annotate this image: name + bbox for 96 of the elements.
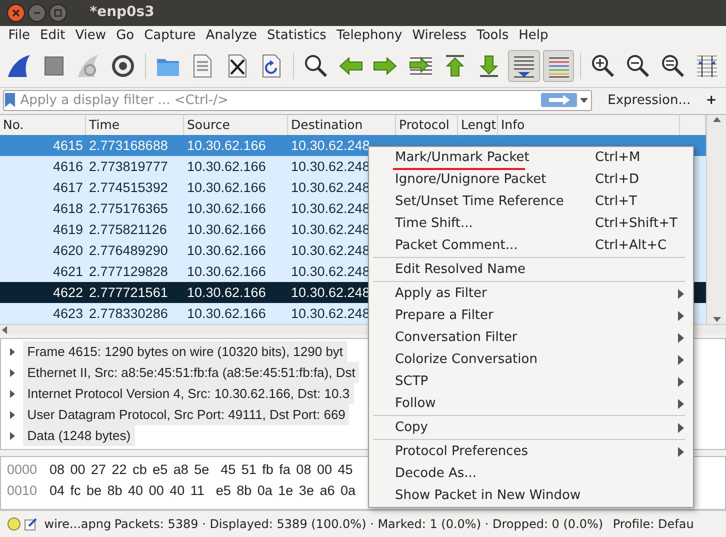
table-cell-text: 10.30.62.166: [186, 137, 267, 156]
table-cell-text: 4620: [52, 242, 84, 260]
table-cell-text: 10.30.62.248: [290, 158, 371, 176]
menu-item[interactable]: Go: [111, 26, 140, 46]
table-cell-text: 10.30.62.248: [290, 263, 371, 282]
add-filter-button[interactable]: +: [700, 90, 723, 110]
table-cell-text: 4622: [52, 284, 84, 302]
offset-text: 0000: [6, 460, 38, 479]
table-cell-text: 4623: [52, 305, 84, 324]
table-cell-text: 4617: [52, 179, 84, 198]
table-cell-text: 2.775821126: [88, 221, 168, 240]
table-cell-text: 10.30.62.166: [186, 284, 267, 302]
table-cell-text: 2.774515392: [88, 179, 169, 198]
offset-text: 0010: [6, 482, 38, 500]
table-cell-text: 10.30.62.248: [290, 179, 371, 198]
hex-bytes: 08 00 27 22 cb e5 a8 5e 45 51 fb fa 08 00 45: [50, 460, 353, 479]
table-cell-text: 10.30.62.248: [290, 305, 371, 324]
scroll-left-icon[interactable]: [0, 325, 8, 336]
table-cell-text: 10.30.62.248: [290, 137, 371, 156]
menu-item[interactable]: Edit Resolved Name: [369, 259, 693, 281]
menu-item[interactable]: Apply as Filter: [369, 283, 693, 305]
table-cell-text: 2.776489290: [88, 242, 169, 260]
menu-item[interactable]: Protocol Preferences: [369, 441, 693, 463]
tree-item[interactable]: Frame 4615: 1290 bytes on wire (10320 bits), 1290 byt: [23, 341, 348, 362]
status-indicator-icon[interactable]: [6, 517, 20, 532]
hex-bytes: 04 fc be 8b 40 00 40 11 e5 8b 0a 1e 3e a6 0a: [50, 482, 356, 500]
table-cell-text: 10.30.62.166: [186, 242, 267, 260]
table-cell-text: 4616: [52, 158, 84, 176]
menu-item[interactable]: Follow: [369, 393, 693, 415]
table-cell-text: 10.30.62.166: [186, 158, 267, 176]
scroll-up-icon[interactable]: [712, 115, 722, 124]
table-cell-text: 2.773168688: [88, 137, 169, 156]
table-cell-text: 2.775176365: [88, 200, 169, 218]
autoscroll-button[interactable]: [508, 50, 540, 82]
column-header[interactable]: Lengt: [458, 115, 498, 136]
expression-button[interactable]: Expression...: [602, 90, 697, 110]
header-filler: [680, 115, 706, 136]
edit-icon[interactable]: [24, 517, 38, 532]
table-cell-text: 10.30.62.248: [290, 221, 371, 240]
close-icon: [10, 6, 22, 19]
window-title: *enp0s3: [90, 3, 154, 22]
table-cell-text: 10.30.62.248: [290, 284, 371, 302]
file-name: wire...apng: [44, 516, 112, 534]
maximize-icon: [52, 6, 64, 19]
column-header[interactable]: Destination: [288, 115, 396, 136]
packet-stats: Packets: 5389 · Displayed: 5389 (100.0%) · Marked: 1 (0.0%) · Dropped: 0 (0.0%): [114, 516, 604, 534]
table-cell-text: 4618: [52, 200, 84, 218]
column-header[interactable]: Info: [498, 115, 680, 136]
table-cell-text: 2.778330286: [88, 305, 169, 324]
table-cell-text: 4619: [52, 221, 84, 240]
maximize-button[interactable]: [49, 4, 67, 22]
table-cell-text: 10.30.62.166: [186, 200, 267, 218]
close-button[interactable]: [6, 4, 24, 22]
menu-item[interactable]: Wireless: [407, 26, 472, 46]
menu-item[interactable]: Analyze: [200, 26, 262, 46]
menu-item[interactable]: Help: [514, 26, 554, 46]
menu-item[interactable]: Statistics: [262, 26, 332, 46]
table-cell-text: 10.30.62.166: [186, 179, 267, 198]
table-cell-text: 4621: [52, 263, 84, 282]
menu-item[interactable]: Show Packet in New Window: [369, 485, 693, 507]
tree-item[interactable]: User Datagram Protocol, Src Port: 49111, Dst Port: 669: [23, 404, 350, 426]
menu-item[interactable]: File: [3, 26, 36, 46]
column-header[interactable]: Source: [184, 115, 288, 136]
menu-item[interactable]: Conversation Filter: [369, 327, 693, 349]
table-cell-text: 2.773819777: [88, 158, 169, 176]
column-header[interactable]: Protocol: [396, 115, 458, 136]
table-cell-text: 10.30.62.166: [186, 263, 267, 282]
filter-field[interactable]: Apply a display filter ... <Ctrl-/>: [3, 90, 592, 111]
menu-item[interactable]: Colorize Conversation: [369, 349, 693, 371]
menu-item[interactable]: Prepare a Filter: [369, 305, 693, 327]
table-cell-text: 2.777129828: [88, 263, 169, 282]
column-header[interactable]: No.: [0, 115, 86, 136]
scrollbar[interactable]: [706, 115, 726, 324]
profile-label[interactable]: Profile: Defau: [612, 515, 694, 534]
colorize-button[interactable]: [542, 50, 574, 82]
column-header[interactable]: Time: [86, 115, 184, 136]
tree-item[interactable]: Ethernet II, Src: a8:5e:45:51:fb:fa (a8:5e:45:51:fb:fa), Dst: [23, 362, 360, 384]
table-cell-text: 10.30.62.248: [290, 200, 371, 218]
menu-item[interactable]: Telephony: [331, 26, 408, 46]
table-cell-text: 2.777721561: [88, 284, 169, 302]
menu-item[interactable]: Copy: [369, 417, 693, 439]
minimize-button[interactable]: [28, 4, 46, 22]
tree-item[interactable]: Internet Protocol Version 4, Src: 10.30.62.166, Dst: 10.3: [23, 383, 354, 404]
filter-input[interactable]: Apply a display filter ... <Ctrl-/>: [16, 90, 541, 110]
menu-item[interactable]: SCTP: [369, 371, 693, 393]
menu-item[interactable]: Decode As...: [369, 463, 693, 485]
menu-item[interactable]: Tools: [472, 26, 514, 46]
bookmark-icon[interactable]: [4, 92, 16, 108]
menu-item[interactable]: Edit: [35, 26, 70, 46]
table-cell-text: 10.30.62.166: [186, 305, 267, 324]
menu-item[interactable]: View: [70, 26, 112, 46]
menu-item[interactable]: Capture: [139, 26, 201, 46]
table-cell-text: 10.30.62.248: [290, 242, 371, 260]
tree-item[interactable]: Data (1248 bytes): [23, 425, 135, 446]
table-cell-text: 4615: [52, 137, 84, 156]
table-cell-text: 10.30.62.166: [186, 221, 267, 240]
